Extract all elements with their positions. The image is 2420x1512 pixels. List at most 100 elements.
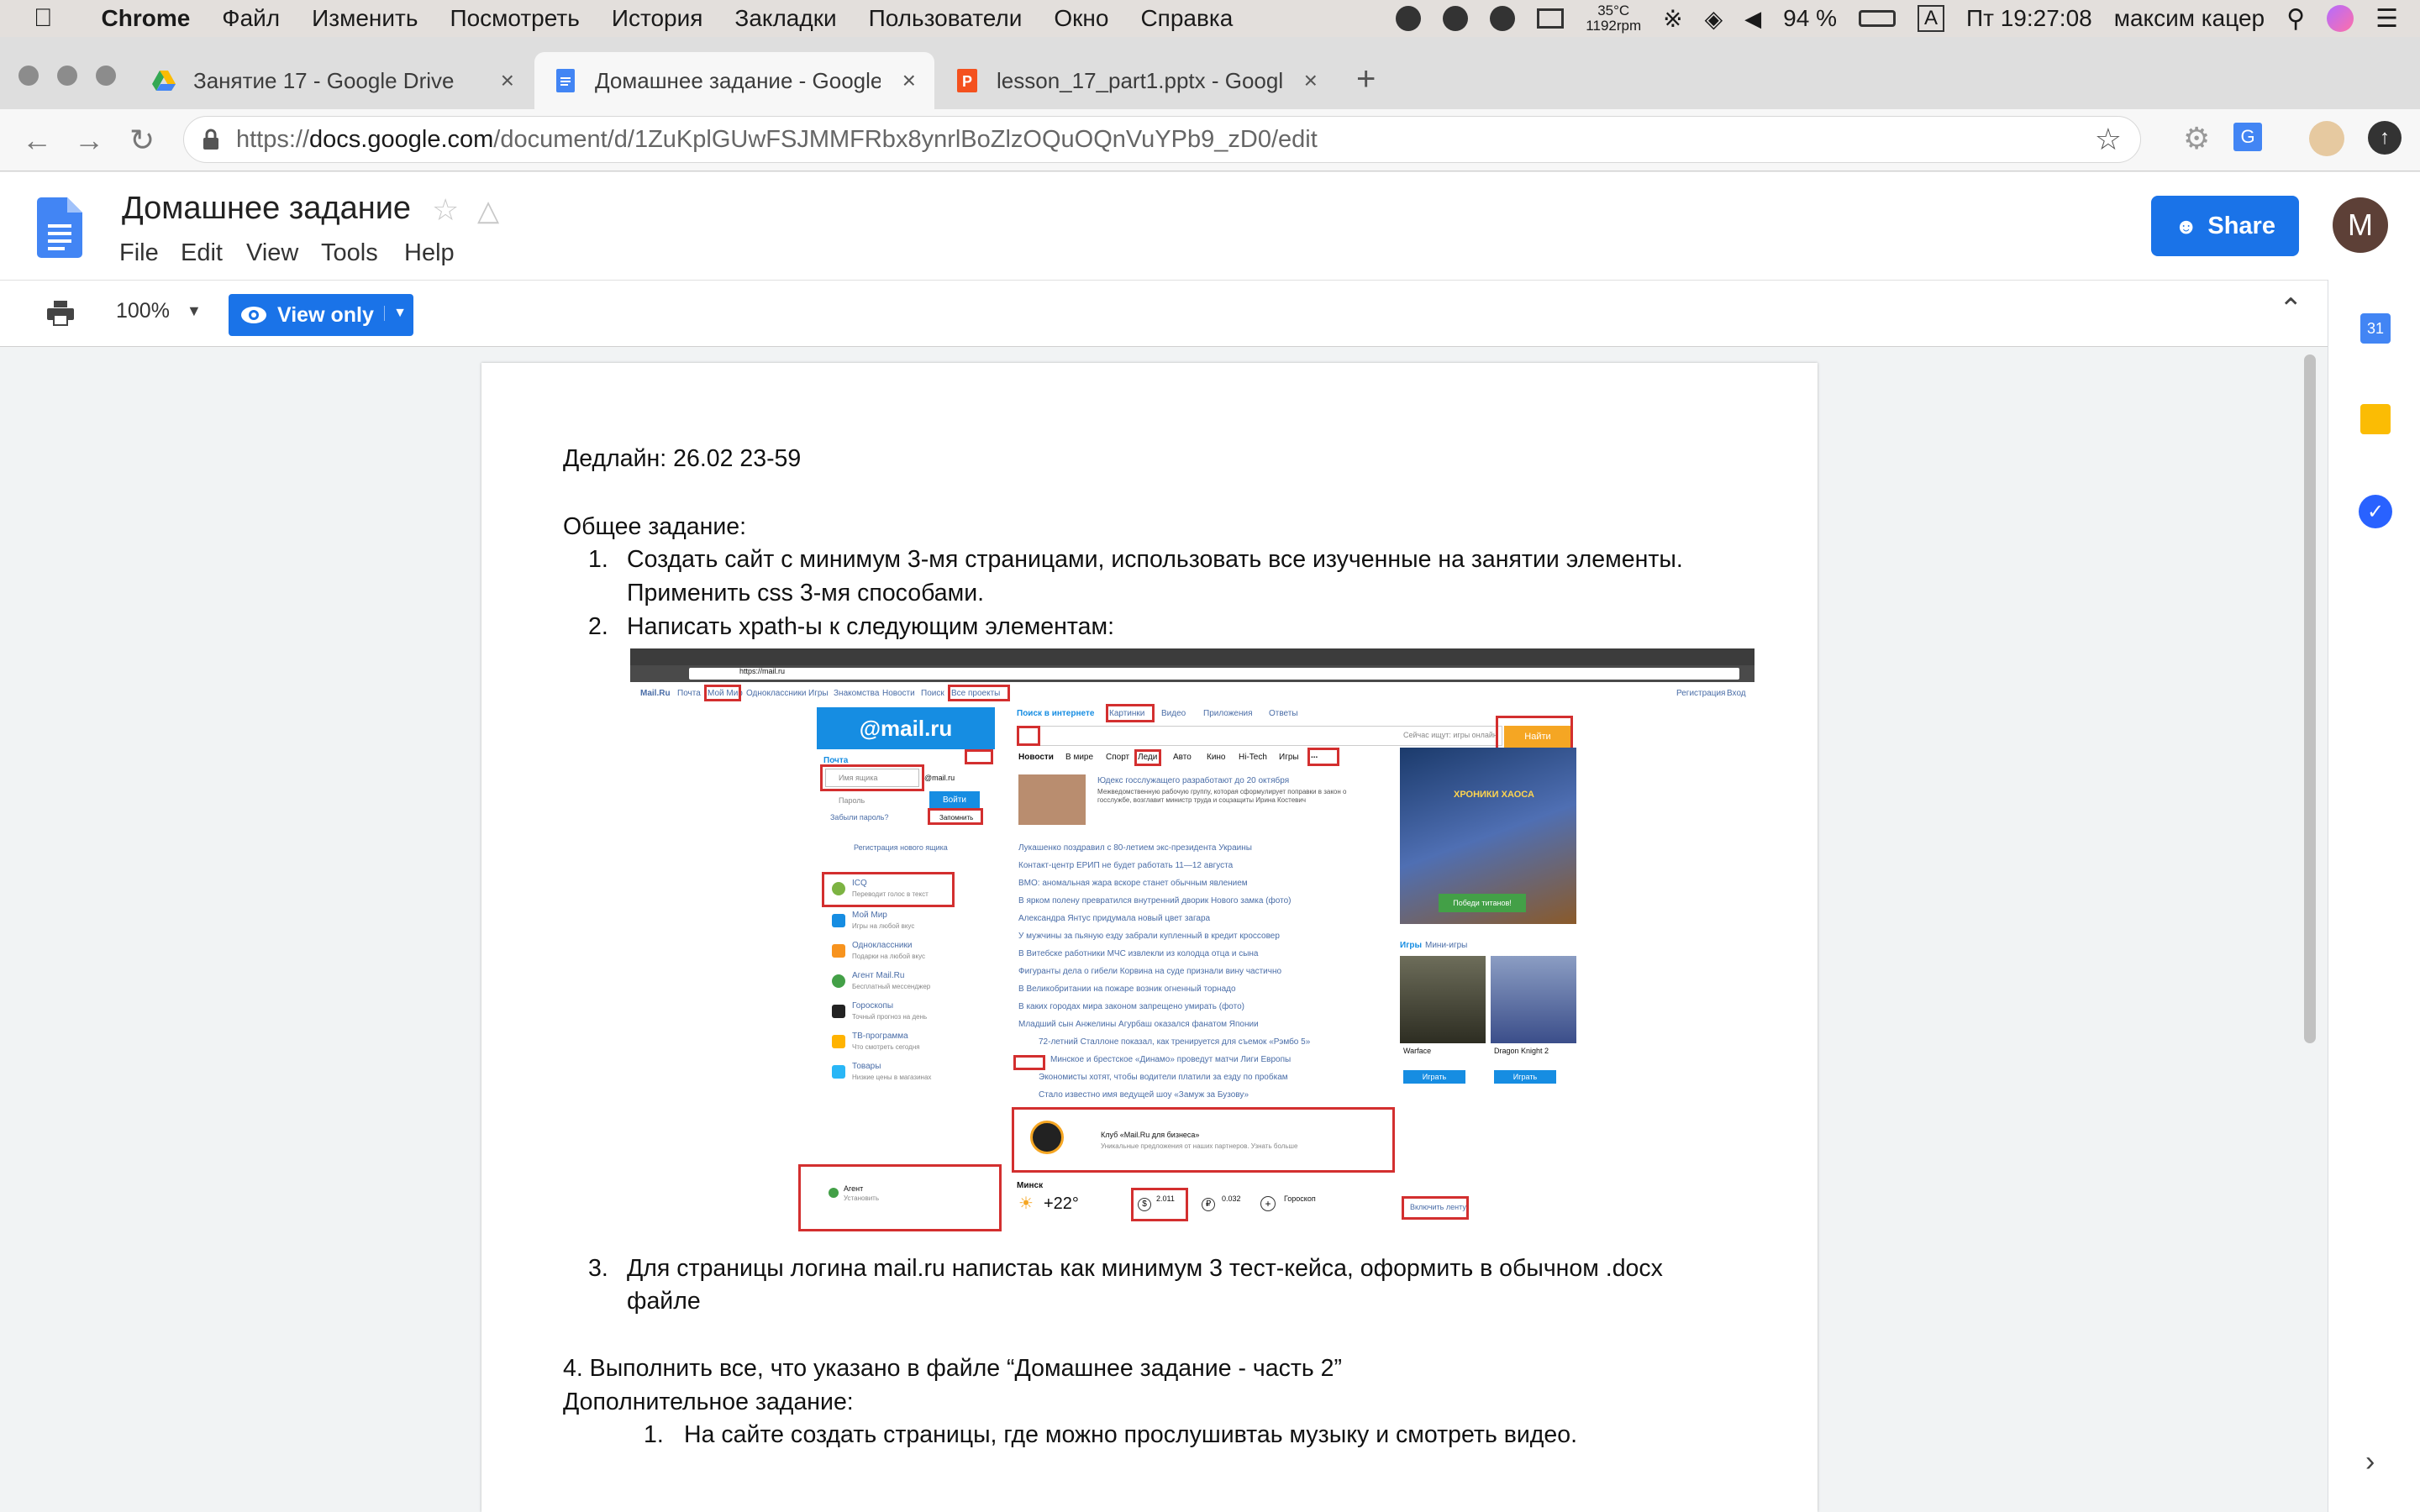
account-avatar[interactable]: M <box>2333 197 2388 253</box>
powerpoint-icon: P <box>957 69 977 92</box>
menu-edit[interactable]: Изменить <box>312 5 418 32</box>
url-path: /document/d/1ZuKplGUwFSJMMFRbx8ynrlBoZlz… <box>493 125 1318 153</box>
profile-avatar-icon[interactable] <box>2309 121 2344 156</box>
menu-history[interactable]: История <box>612 5 703 32</box>
shot-play-button: Играть <box>1494 1070 1556 1084</box>
shot-promo-desc: Уникальные предложения от наших партнеро… <box>1101 1142 1298 1150</box>
google-docs-logo-icon[interactable] <box>37 197 82 258</box>
list-number: 1. <box>644 1421 664 1448</box>
menu-bookmarks[interactable]: Закладки <box>734 5 836 32</box>
wifi-icon[interactable]: ◈ <box>1705 5 1723 33</box>
reload-icon[interactable]: ↻ <box>129 123 155 158</box>
bluetooth-icon[interactable]: ※ <box>1663 5 1682 33</box>
zoom-dropdown-icon[interactable]: ▼ <box>187 302 202 320</box>
shot-news-tab: В мире <box>1065 753 1094 762</box>
window-close-button[interactable] <box>18 66 39 86</box>
monitor-icon[interactable] <box>1537 8 1565 29</box>
highlight-box <box>1307 748 1339 766</box>
window-minimize-button[interactable] <box>57 66 77 86</box>
translate-icon[interactable]: G <box>2233 123 2262 151</box>
apple-icon[interactable]:  <box>34 4 53 33</box>
volume-icon[interactable]: ◀ <box>1744 6 1761 32</box>
forward-icon[interactable]: → <box>74 123 104 158</box>
window-zoom-button[interactable] <box>96 66 116 86</box>
docs-menu-help[interactable]: Help <box>404 239 455 267</box>
drive-folder-icon[interactable]: △ <box>477 194 499 228</box>
shot-headline: Фигуранты дела о гибели Корвина на суде … <box>1018 967 1282 976</box>
calendar-icon[interactable]: 31 <box>2360 313 2391 344</box>
temperature-widget[interactable]: 35°C 1192rpm <box>1586 3 1641 34</box>
telegram-icon[interactable] <box>1443 6 1469 31</box>
menu-window[interactable]: Окно <box>1054 5 1108 32</box>
shot-headline: Александра Янтус придумала новый цвет за… <box>1018 914 1211 923</box>
close-icon[interactable]: × <box>501 67 514 94</box>
bookmark-star-icon[interactable]: ☆ <box>2095 122 2122 157</box>
new-tab-button[interactable]: + <box>1356 60 1376 98</box>
clock[interactable]: Пт 19:27:08 <box>1966 5 2092 32</box>
shot-top-news-desc: Межведомственную рабочую группу, которая… <box>1097 788 1347 804</box>
shot-headline: Младший сын Анжелины Агурбаш оказался фа… <box>1018 1020 1259 1029</box>
star-icon[interactable]: ☆ <box>432 192 459 228</box>
docs-menu-tools[interactable]: Tools <box>321 239 378 267</box>
expand-panel-icon[interactable]: › <box>2365 1446 2375 1478</box>
docs-menu-file[interactable]: File <box>119 239 159 267</box>
tab-docs[interactable]: Домашнее задание - Google Docs × <box>534 52 934 109</box>
shot-icq-icon <box>832 882 845 895</box>
vertical-scrollbar[interactable] <box>2304 354 2316 1043</box>
docs-menu-view[interactable]: View <box>246 239 298 267</box>
list-number: 2. <box>588 613 608 640</box>
extension-gear-icon[interactable]: ⚙ <box>2183 121 2210 156</box>
shot-headlines: Лукашенко поздравил с 80-летием экс-през… <box>1018 843 1405 1108</box>
menu-view[interactable]: Посмотреть <box>450 5 579 32</box>
shot-domain: @mail.ru <box>924 774 955 782</box>
shot-game-logo: ХРОНИКИ ХАОСА <box>1454 790 1534 800</box>
battery-icon[interactable] <box>1858 10 1896 27</box>
siri-icon[interactable] <box>2327 5 2354 32</box>
close-icon[interactable]: × <box>902 67 916 94</box>
shot-horoscope: Гороскоп <box>1284 1194 1316 1203</box>
zoom-select[interactable]: 100% <box>116 299 170 323</box>
menu-file[interactable]: Файл <box>222 5 280 32</box>
document-title[interactable]: Домашнее задание <box>122 191 411 227</box>
h-icon[interactable] <box>1490 6 1516 31</box>
docs-menu-edit[interactable]: Edit <box>181 239 223 267</box>
collapse-chevron-icon[interactable]: ⌃ <box>2279 292 2303 326</box>
menu-app-name[interactable]: Chrome <box>102 5 191 32</box>
user-name[interactable]: максим кацер <box>2114 5 2265 32</box>
menu-help[interactable]: Справка <box>1140 5 1233 32</box>
keep-icon[interactable] <box>2360 404 2391 434</box>
shot-password-placeholder: Пароль <box>839 796 865 805</box>
tab-slides[interactable]: P lesson_17_part1.pptx - Google Slides × <box>936 52 1336 109</box>
view-only-label: View only <box>277 302 374 327</box>
tab-drive[interactable]: Занятие 17 - Google Drive × <box>133 52 533 109</box>
close-icon[interactable]: × <box>1304 67 1318 94</box>
share-button[interactable]: ☻ Share <box>2151 196 2299 256</box>
shot-topnav: Знакомства <box>834 689 880 698</box>
view-only-mode-button[interactable]: View only ▼ <box>229 294 413 336</box>
skype-icon[interactable] <box>1396 6 1422 31</box>
shot-service-name: ICQ <box>852 879 867 888</box>
shot-service-desc: Бесплатный мессенджер <box>852 983 931 990</box>
shot-news-tab: Спорт <box>1106 753 1130 762</box>
task-item-4: 4. Выполнить все, что указано в файле “Д… <box>563 1355 1343 1382</box>
back-icon[interactable]: ← <box>22 123 52 158</box>
url-host: docs.google.com <box>309 125 494 153</box>
shot-browser-tabs <box>630 648 1754 665</box>
input-source[interactable]: A <box>1917 5 1944 32</box>
shot-service-icon <box>832 1065 845 1079</box>
shot-game-name: Warface <box>1403 1047 1432 1055</box>
tab-title: lesson_17_part1.pptx - Google Slides <box>997 67 1282 93</box>
spotlight-icon[interactable]: ⚲ <box>2286 4 2305 34</box>
general-task-heading: Общее задание: <box>563 513 747 540</box>
address-bar[interactable]: https:// docs.google.com /document/d/1Zu… <box>183 116 2141 163</box>
notifications-icon[interactable]: ☰ <box>2375 4 2398 34</box>
battery-percent[interactable]: 94 % <box>1783 5 1837 32</box>
tasks-icon[interactable]: ✓ <box>2359 495 2392 528</box>
shot-agent-action: Установить <box>844 1194 879 1202</box>
update-icon[interactable]: ↑ <box>2368 121 2402 155</box>
shot-service-desc: Что смотреть сегодня <box>852 1043 920 1051</box>
print-icon[interactable] <box>47 301 74 326</box>
menu-users[interactable]: Пользователи <box>869 5 1023 32</box>
shot-play-button: Играть <box>1403 1070 1465 1084</box>
shot-ruble-icon: ₽ <box>1202 1198 1215 1211</box>
